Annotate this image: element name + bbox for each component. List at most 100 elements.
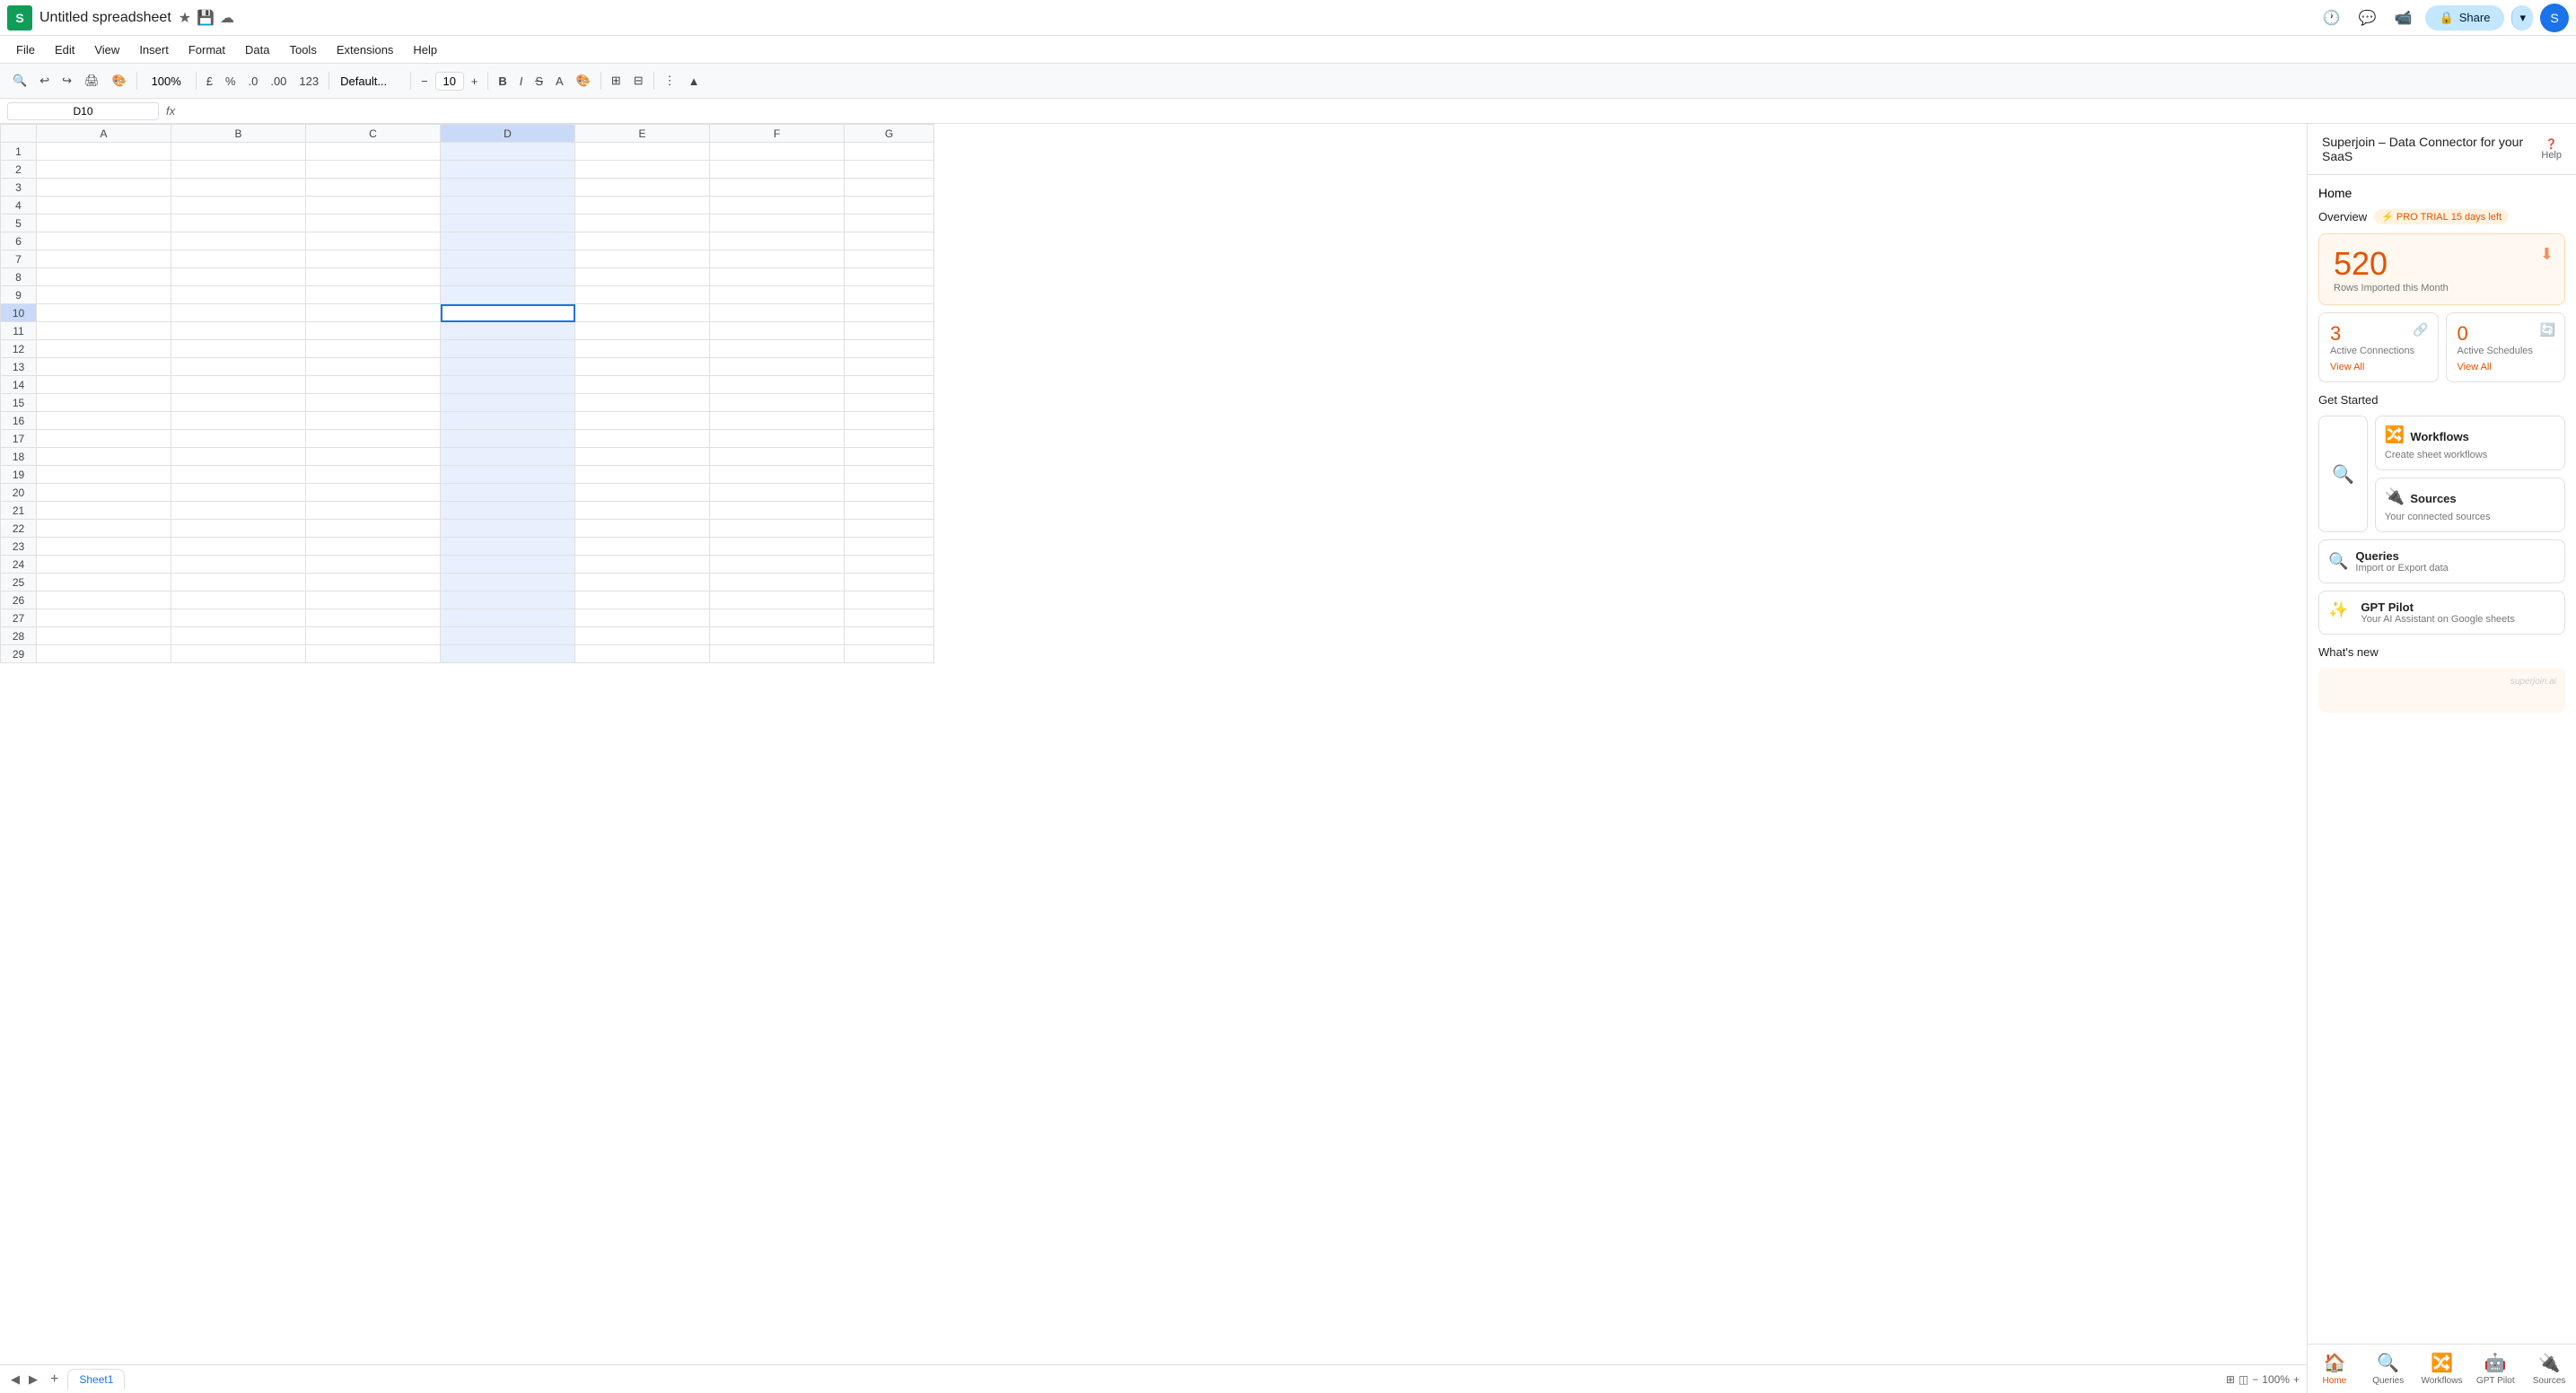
grid-cell[interactable]: [575, 574, 710, 591]
grid-cell[interactable]: [37, 627, 171, 645]
grid-cell[interactable]: [710, 232, 845, 250]
grid-cell[interactable]: [306, 340, 441, 358]
grid-cell[interactable]: [575, 609, 710, 627]
col-header-E[interactable]: E: [575, 125, 710, 143]
grid-cell[interactable]: [575, 358, 710, 376]
grid-cell[interactable]: [441, 430, 575, 448]
grid-cell[interactable]: [171, 161, 306, 179]
cell-reference-input[interactable]: [7, 102, 159, 120]
grid-cell[interactable]: [710, 340, 845, 358]
grid-cell[interactable]: [306, 448, 441, 466]
borders-button[interactable]: ⊞: [606, 70, 626, 92]
grid-cell[interactable]: [441, 574, 575, 591]
grid-cell[interactable]: [575, 627, 710, 645]
grid-cell[interactable]: [306, 394, 441, 412]
grid-cell[interactable]: [845, 143, 934, 161]
grid-cell[interactable]: [575, 430, 710, 448]
grid-cell[interactable]: [441, 143, 575, 161]
grid-cell[interactable]: [845, 448, 934, 466]
grid-cell[interactable]: [575, 520, 710, 538]
grid-cell[interactable]: [171, 466, 306, 484]
italic-button[interactable]: I: [514, 71, 529, 92]
menu-tools[interactable]: Tools: [280, 39, 325, 60]
grid-cell[interactable]: [37, 304, 171, 322]
grid-cell[interactable]: [37, 286, 171, 304]
grid-cell[interactable]: [845, 250, 934, 268]
nav-gpt-pilot[interactable]: 🤖 GPT Pilot: [2468, 1345, 2522, 1393]
tab-nav-left[interactable]: ◀: [7, 1369, 23, 1390]
grid-cell[interactable]: [710, 448, 845, 466]
grid-cell[interactable]: [306, 591, 441, 609]
grid-cell[interactable]: [575, 484, 710, 502]
grid-cell[interactable]: [37, 250, 171, 268]
grid-cell[interactable]: [710, 250, 845, 268]
grid-cell[interactable]: [845, 340, 934, 358]
grid-cell[interactable]: [710, 215, 845, 232]
menu-file[interactable]: File: [7, 39, 44, 60]
grid-cell[interactable]: [575, 538, 710, 556]
share-dropdown-button[interactable]: ▾: [2511, 5, 2533, 31]
dec-decrease-button[interactable]: .0: [243, 71, 264, 92]
grid-cell[interactable]: [710, 268, 845, 286]
grid-cell[interactable]: [441, 556, 575, 574]
grid-cell[interactable]: [306, 215, 441, 232]
comments-icon[interactable]: 💬: [2353, 4, 2382, 32]
save-icon[interactable]: 💾: [197, 9, 215, 27]
meet-icon[interactable]: 📹: [2389, 4, 2418, 32]
grid-cell[interactable]: [575, 502, 710, 520]
merge-button[interactable]: ⊟: [628, 70, 649, 92]
formula-input[interactable]: [182, 104, 2569, 118]
grid-cell[interactable]: [171, 304, 306, 322]
grid-cell[interactable]: [845, 502, 934, 520]
doc-title[interactable]: Untitled spreadsheet: [39, 10, 171, 26]
grid-cell[interactable]: [306, 412, 441, 430]
grid-cell[interactable]: [306, 161, 441, 179]
grid-cell[interactable]: [171, 376, 306, 394]
queries-card[interactable]: 🔍 Queries Import or Export data: [2318, 539, 2565, 583]
grid-cell[interactable]: [171, 394, 306, 412]
col-header-C[interactable]: C: [306, 125, 441, 143]
grid-cell[interactable]: [171, 520, 306, 538]
bold-button[interactable]: B: [493, 71, 512, 92]
grid-cell[interactable]: [441, 358, 575, 376]
grid-cell[interactable]: [845, 609, 934, 627]
grid-cell[interactable]: [710, 538, 845, 556]
grid-cell[interactable]: [441, 627, 575, 645]
grid-cell[interactable]: [710, 358, 845, 376]
sources-card[interactable]: 🔌 Sources Your connected sources: [2375, 477, 2565, 532]
grid-cell[interactable]: [171, 591, 306, 609]
grid-cell[interactable]: [441, 250, 575, 268]
menu-help[interactable]: Help: [404, 39, 446, 60]
add-sheet-button[interactable]: +: [43, 1368, 66, 1391]
grid-cell[interactable]: [441, 502, 575, 520]
grid-cell[interactable]: [306, 645, 441, 663]
zoom-in-icon[interactable]: +: [2293, 1373, 2300, 1386]
grid-cell[interactable]: [441, 466, 575, 484]
grid-cell[interactable]: [171, 215, 306, 232]
grid-cell[interactable]: [306, 286, 441, 304]
grid-cell[interactable]: [710, 376, 845, 394]
text-color-button[interactable]: A: [550, 71, 569, 92]
grid-cell[interactable]: [171, 538, 306, 556]
grid-cell[interactable]: [37, 376, 171, 394]
grid-cell[interactable]: [37, 412, 171, 430]
grid-cell[interactable]: [306, 484, 441, 502]
strikethrough-button[interactable]: S: [530, 71, 548, 92]
grid-cell[interactable]: [710, 609, 845, 627]
grid-cell[interactable]: [710, 161, 845, 179]
star-icon[interactable]: ★: [179, 9, 191, 27]
grid-cell[interactable]: [171, 340, 306, 358]
grid-cell[interactable]: [171, 609, 306, 627]
search-icon[interactable]: 🔍: [7, 70, 32, 92]
grid-cell[interactable]: [306, 197, 441, 215]
grid-cell[interactable]: [575, 591, 710, 609]
grid-cell[interactable]: [441, 268, 575, 286]
format-type-button[interactable]: 123: [294, 71, 324, 92]
grid-cell[interactable]: [306, 143, 441, 161]
grid-cell[interactable]: [441, 197, 575, 215]
sidebar-help-button[interactable]: ❓ Help: [2541, 138, 2562, 161]
grid-cell[interactable]: [306, 502, 441, 520]
grid-cell[interactable]: [306, 358, 441, 376]
more-options-button[interactable]: ⋮: [659, 70, 681, 92]
grid-cell[interactable]: [845, 376, 934, 394]
